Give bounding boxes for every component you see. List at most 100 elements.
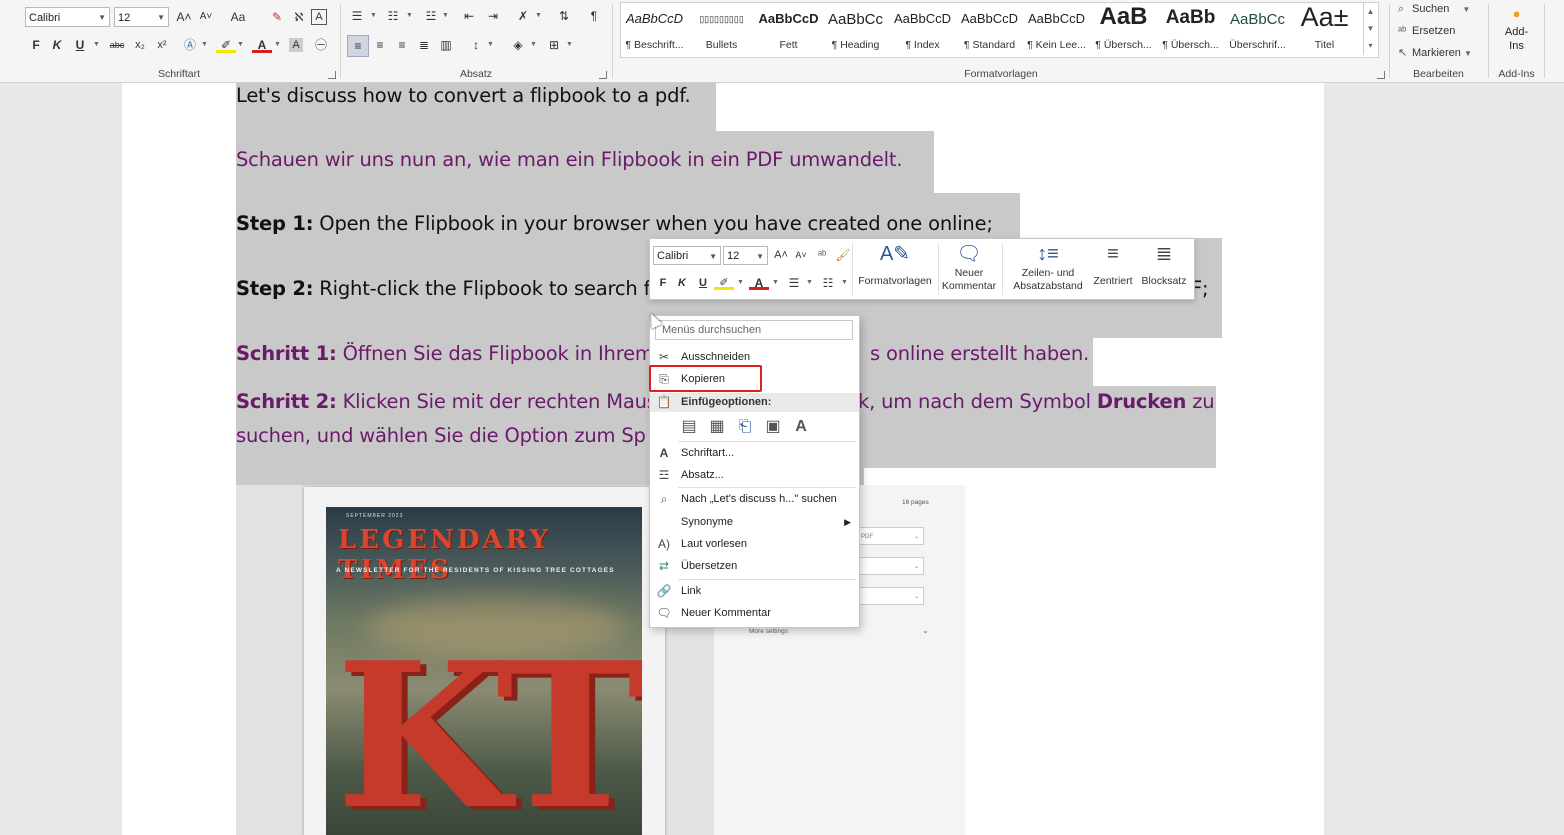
chevron-down-icon[interactable]: ▼ [841, 279, 848, 286]
font-color-icon[interactable]: A [252, 35, 272, 53]
mini-styles-button[interactable]: A✎ Formatvorlagen [854, 241, 936, 288]
numbering-icon[interactable]: ☷ [383, 6, 403, 26]
phonetic-guide-icon[interactable]: ℵ [289, 7, 309, 27]
text-effects-icon[interactable]: Ⓐ [180, 35, 200, 55]
menu-item-label: Link [681, 585, 702, 597]
paste-picture-icon[interactable]: ⎗ [734, 416, 756, 438]
chevron-down-icon[interactable]: ▼ [93, 41, 100, 48]
chevron-down-icon[interactable]: ▼ [370, 12, 377, 19]
align-center-icon[interactable]: ≡ [370, 35, 390, 55]
char-border-icon[interactable]: A [311, 9, 327, 25]
bold-button[interactable]: F [26, 35, 46, 55]
chevron-down-icon: ▼ [756, 252, 764, 261]
mini-line-spacing-button[interactable]: ↕≡ Zeilen- und Absatzabstand [1004, 241, 1092, 293]
clipboard-icon: 📋 [656, 395, 672, 409]
menu-item-synonyms[interactable]: Synonyme ▶ [650, 511, 859, 533]
mini-justify-button[interactable]: ≣ Blocksatz [1138, 241, 1190, 288]
doc-line-schritt2: Schritt 2: Klicken Sie mit der rechten M… [236, 390, 657, 413]
menu-search-input[interactable]: Menüs durchsuchen [655, 320, 853, 340]
line-spacing-icon[interactable]: ↕ [466, 35, 486, 55]
font-size-value: 12 [118, 12, 131, 24]
change-case-button[interactable]: Aa [224, 7, 252, 27]
align-right-icon[interactable]: ≡ [392, 35, 412, 55]
mini-clear-format-icon[interactable]: ᵃᵇ [812, 245, 832, 265]
mini-grow-font-button[interactable]: A˄ [771, 245, 791, 265]
char-shading-icon[interactable]: A [289, 38, 303, 52]
addins-button[interactable]: ● Add-Ins [1489, 6, 1544, 53]
superscript-button[interactable]: x² [152, 35, 172, 55]
dialog-launcher-icon[interactable] [1377, 71, 1385, 79]
chevron-down-icon[interactable]: ▼ [772, 279, 779, 286]
chevron-down-icon[interactable]: ▼ [274, 41, 281, 48]
menu-item-label: Absatz... [681, 469, 724, 481]
mini-highlight-icon[interactable]: ✐ [714, 273, 734, 290]
menu-item-new-comment[interactable]: 🗨 Neuer Kommentar [650, 602, 859, 624]
menu-item-read-aloud[interactable]: A) Laut vorlesen [650, 533, 859, 555]
mini-bullets-icon[interactable]: ☰ [784, 273, 804, 293]
enclose-char-icon[interactable]: ㊀ [311, 35, 331, 55]
font-name-combo[interactable]: Calibri ▼ [25, 7, 110, 27]
distributed-icon[interactable]: ▥ [436, 35, 456, 55]
doc-line-schritt2-end: k, um nach dem Symbol Drucken zu [858, 390, 1215, 413]
paste-merge-icon[interactable]: ▦ [706, 416, 728, 438]
dialog-launcher-icon[interactable] [599, 71, 607, 79]
schritt2-bold: Drucken [1096, 390, 1187, 413]
chevron-down-icon[interactable]: ▼ [806, 279, 813, 286]
decrease-indent-icon[interactable]: ⇤ [459, 6, 479, 26]
shrink-font-button[interactable]: A˅ [196, 7, 216, 27]
step2-label: Step 2: [236, 277, 314, 300]
highlight-color-icon[interactable]: ✐ [216, 35, 236, 53]
cover-masthead: LEGENDARY TIMES [338, 525, 551, 585]
schritt1-label: Schritt 1: [236, 342, 337, 365]
chevron-down-icon[interactable]: ▼ [566, 41, 573, 48]
chevron-down-icon: ⌄ [922, 626, 929, 635]
pilcrow-icon[interactable]: ¶ [584, 6, 604, 26]
paste-text-only-icon[interactable]: A [790, 416, 812, 438]
grow-font-button[interactable]: A˄ [174, 7, 194, 27]
menu-item-paragraph[interactable]: ☲ Absatz... [650, 464, 859, 486]
strikethrough-button[interactable]: abc [106, 35, 128, 55]
borders-icon[interactable]: ⊞ [544, 35, 564, 55]
menu-item-translate[interactable]: ⇄ Übersetzen [650, 555, 859, 577]
italic-button[interactable]: K [47, 35, 67, 55]
format-painter-icon[interactable]: 🖌 [833, 245, 853, 265]
group-label-formatvorlagen: Formatvorlagen [964, 68, 1038, 80]
menu-item-search-for[interactable]: ⌕ Nach „Let's discuss h..." suchen [650, 488, 859, 510]
chevron-down-icon[interactable]: ▼ [237, 41, 244, 48]
mini-font-size-combo[interactable]: 12 ▼ [723, 246, 768, 265]
increase-indent-icon[interactable]: ⇥ [483, 6, 503, 26]
menu-item-link[interactable]: 🔗 Link [650, 580, 859, 602]
clear-format-icon[interactable]: ✎ [267, 7, 287, 27]
align-left-icon[interactable]: ≡ [347, 35, 369, 57]
menu-item-font[interactable]: A Schriftart... [650, 442, 859, 464]
chevron-down-icon[interactable]: ▼ [201, 41, 208, 48]
schritt2-text-b: k, um nach dem Symbol [858, 390, 1097, 413]
mini-new-comment-button[interactable]: 🗨 Neuer Kommentar [940, 241, 998, 293]
mini-shrink-font-button[interactable]: A˅ [791, 245, 811, 265]
chevron-down-icon[interactable]: ▼ [737, 279, 744, 286]
chevron-down-icon[interactable]: ▼ [487, 41, 494, 48]
subscript-button[interactable]: x₂ [130, 35, 150, 55]
paste-image-icon[interactable]: ▣ [762, 416, 784, 438]
bullets-icon[interactable]: ☰ [347, 6, 367, 26]
sort-icon[interactable]: ⇅ [554, 6, 574, 26]
chevron-down-icon[interactable]: ▼ [535, 12, 542, 19]
mini-font-color-icon[interactable]: A [749, 273, 769, 290]
shading-icon[interactable]: ◈ [508, 35, 528, 55]
chevron-down-icon[interactable]: ▼ [530, 41, 537, 48]
underline-button[interactable]: U [70, 35, 90, 55]
mini-numbering-icon[interactable]: ☷ [818, 273, 838, 293]
mini-font-name-combo[interactable]: Calibri ▼ [653, 246, 721, 265]
asian-layout-icon[interactable]: ✗ [513, 6, 533, 26]
font-size-combo[interactable]: 12 ▼ [114, 7, 169, 27]
dialog-launcher-icon[interactable] [328, 71, 336, 79]
multilevel-list-icon[interactable]: ☳ [421, 6, 441, 26]
chevron-down-icon[interactable]: ▼ [406, 12, 413, 19]
chevron-down-icon[interactable]: ▼ [442, 12, 449, 19]
mini-center-button[interactable]: ≡ Zentriert [1092, 241, 1134, 288]
justify-icon[interactable]: ≣ [414, 35, 434, 55]
mini-underline-button[interactable]: U [693, 273, 713, 293]
mini-italic-button[interactable]: K [672, 273, 692, 293]
mini-bold-button[interactable]: F [653, 273, 673, 293]
paste-keep-source-icon[interactable]: ▤ [678, 416, 700, 438]
